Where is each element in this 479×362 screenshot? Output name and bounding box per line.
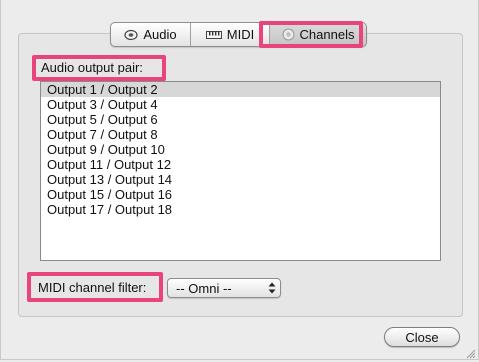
- tab-audio[interactable]: Audio: [111, 23, 191, 46]
- list-item[interactable]: Output 13 / Output 14: [41, 172, 440, 187]
- close-button[interactable]: Close: [384, 327, 460, 347]
- tab-midi[interactable]: MIDI: [191, 23, 270, 46]
- channels-icon: [282, 28, 295, 41]
- audio-output-label: Audio output pair:: [41, 60, 143, 75]
- audio-output-list[interactable]: Output 1 / Output 2 Output 3 / Output 4 …: [40, 81, 441, 261]
- tab-bar: Audio MIDI Channels: [110, 22, 367, 47]
- up-down-arrows-icon: [264, 279, 280, 297]
- list-item[interactable]: Output 11 / Output 12: [41, 157, 440, 172]
- list-item[interactable]: Output 5 / Output 6: [41, 112, 440, 127]
- tab-label: MIDI: [226, 27, 255, 42]
- tab-label: Audio: [143, 27, 177, 42]
- list-item[interactable]: Output 7 / Output 8: [41, 127, 440, 142]
- list-item[interactable]: Output 9 / Output 10: [41, 142, 440, 157]
- midi-keyboard-icon: [205, 30, 222, 40]
- resize-grip-icon[interactable]: [465, 347, 476, 359]
- speaker-icon: [124, 29, 138, 41]
- midi-channel-filter-select[interactable]: -- Omni --: [167, 278, 281, 298]
- midi-filter-label: MIDI channel filter:: [38, 280, 147, 295]
- midi-filter-value: -- Omni --: [176, 280, 232, 296]
- list-item[interactable]: Output 1 / Output 2: [41, 82, 440, 97]
- tab-channels[interactable]: Channels: [270, 23, 366, 46]
- list-item[interactable]: Output 3 / Output 4: [41, 97, 440, 112]
- list-item[interactable]: Output 17 / Output 18: [41, 202, 440, 217]
- list-item[interactable]: Output 15 / Output 16: [41, 187, 440, 202]
- tab-label: Channels: [299, 27, 355, 42]
